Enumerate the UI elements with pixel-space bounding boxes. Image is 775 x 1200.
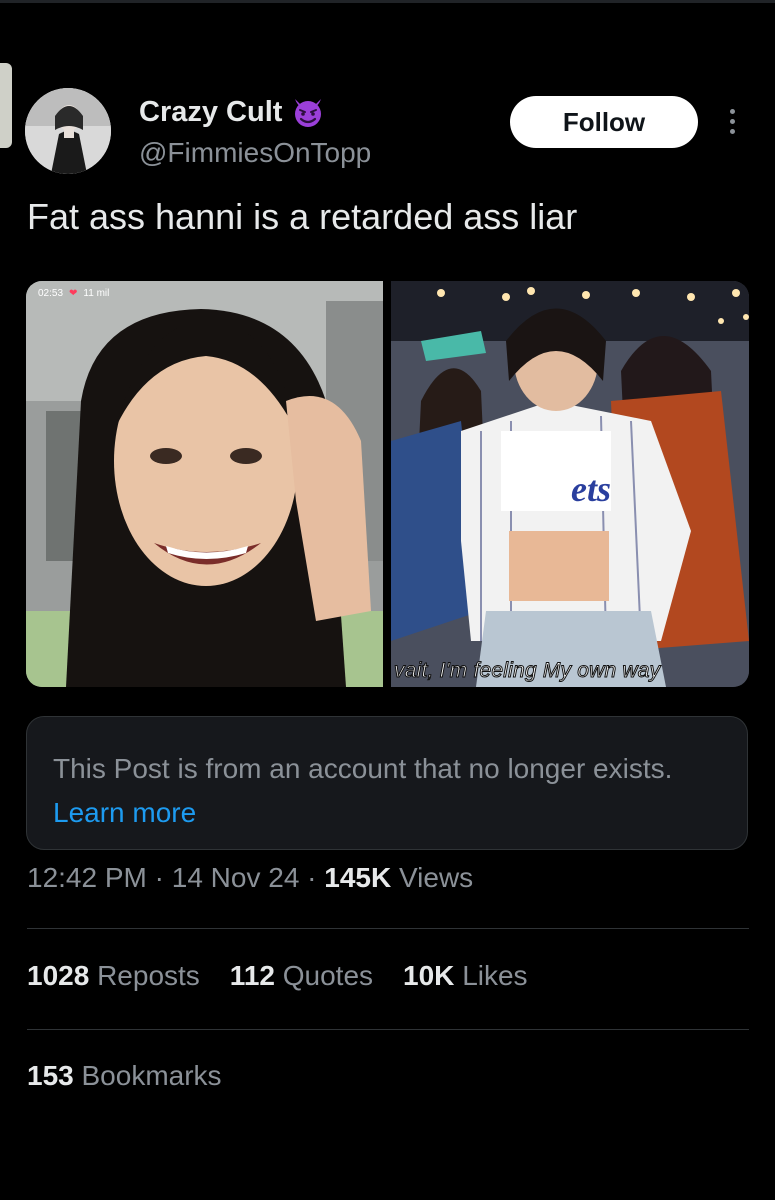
- bookmarks-count: 153: [27, 1060, 74, 1091]
- deleted-account-notice: This Post is from an account that no lon…: [26, 716, 748, 850]
- post-meta: 12:42 PM · 14 Nov 24 · 145K Views: [27, 862, 473, 894]
- more-options-icon[interactable]: [722, 104, 742, 138]
- likes-count: 10K: [403, 960, 455, 991]
- post-date[interactable]: 14 Nov 24: [172, 862, 300, 893]
- reposts-label: Reposts: [97, 960, 200, 991]
- likes-label: Likes: [462, 960, 528, 991]
- views-count: 145K: [324, 862, 392, 893]
- post-image-right[interactable]: ets vait, I'm feeling My own way: [391, 281, 749, 687]
- quotes-stat[interactable]: 112 Quotes: [230, 960, 373, 992]
- display-name[interactable]: Crazy Cult: [139, 96, 282, 129]
- divider: [27, 928, 749, 929]
- post-image-left[interactable]: 02:53 ❤ 11 mil: [26, 281, 383, 687]
- engagement-stats: 1028 Reposts 112 Quotes 10K Likes: [27, 960, 528, 992]
- status-time: 02:53: [38, 288, 64, 299]
- post-text: Fat ass hanni is a retarded ass liar: [27, 196, 578, 237]
- quotes-label: Quotes: [282, 960, 374, 991]
- notice-text: This Post is from an account that no lon…: [53, 753, 673, 784]
- reposts-stat[interactable]: 1028 Reposts: [27, 960, 200, 992]
- bookmarks-label: Bookmarks: [81, 1060, 222, 1091]
- stage-photo: ets: [391, 281, 749, 687]
- author-handle[interactable]: @FimmiesOnTopp: [139, 137, 371, 169]
- meta-separator: ·: [307, 862, 317, 893]
- svg-text:ets: ets: [571, 469, 611, 509]
- status-likes: 11 mil: [83, 288, 110, 299]
- author-name-row[interactable]: Crazy Cult: [139, 94, 326, 130]
- heart-icon: ❤: [69, 288, 78, 299]
- likes-stat[interactable]: 10K Likes: [403, 960, 528, 992]
- video-caption: vait, I'm feeling My own way: [393, 659, 661, 683]
- quotes-count: 112: [229, 960, 275, 991]
- bookmarks-stat[interactable]: 153 Bookmarks: [27, 1060, 222, 1092]
- meta-separator: ·: [154, 862, 164, 893]
- follow-button[interactable]: Follow: [510, 96, 698, 148]
- edge-scroll-tab: [0, 63, 12, 148]
- divider: [27, 1029, 749, 1030]
- avatar-image: [25, 88, 111, 174]
- top-divider: [0, 0, 775, 3]
- status-bar: 02:53 ❤ 11 mil: [38, 288, 109, 299]
- selfie-photo: [26, 281, 383, 687]
- post-time[interactable]: 12:42 PM: [27, 862, 147, 893]
- learn-more-link[interactable]: Learn more: [53, 797, 196, 828]
- smiling-devil-icon: [295, 99, 322, 127]
- reposts-count: 1028: [27, 960, 90, 991]
- views-label: Views: [399, 862, 474, 893]
- avatar[interactable]: [25, 88, 111, 174]
